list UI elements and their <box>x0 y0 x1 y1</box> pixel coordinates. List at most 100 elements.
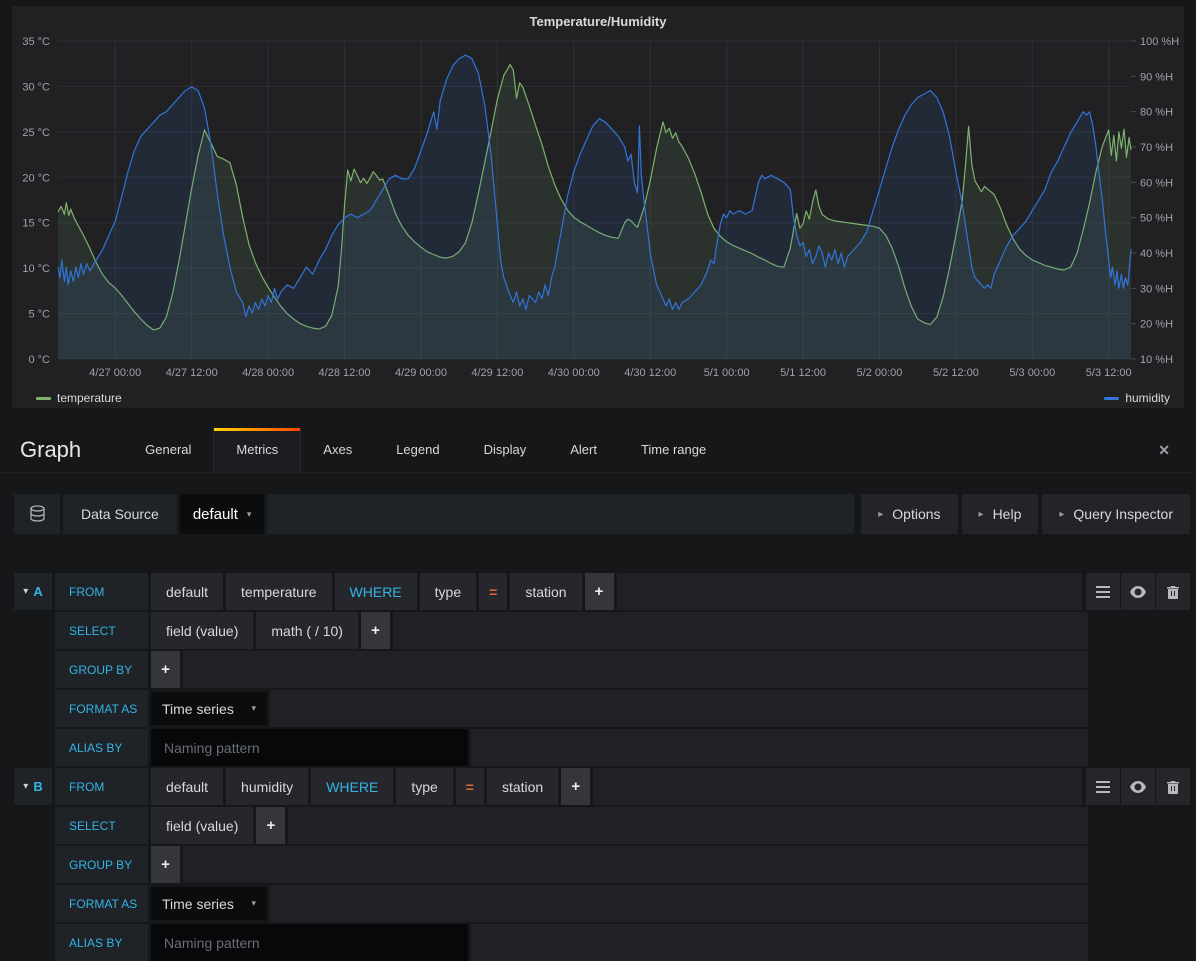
tab-time-range[interactable]: Time range <box>619 428 728 472</box>
query-a-format-row: FORMAT AS Time series ▾ <box>14 690 1088 727</box>
query-b-from-row: ▾ B FROM default humidity WHERE type = s… <box>14 768 1190 805</box>
row-spacer <box>288 807 1088 844</box>
svg-text:30 °C: 30 °C <box>22 81 50 93</box>
add-group-by-button[interactable]: + <box>151 846 180 883</box>
group-by-label: GROUP BY <box>55 846 148 883</box>
svg-text:90 %H: 90 %H <box>1140 71 1173 83</box>
from-label: FROM <box>55 768 148 805</box>
where-operator-segment[interactable]: = <box>456 768 484 805</box>
database-icon <box>14 494 60 534</box>
svg-text:10 %H: 10 %H <box>1140 354 1173 366</box>
svg-text:5/3 00:00: 5/3 00:00 <box>1009 367 1055 379</box>
delete-query-button[interactable] <box>1156 573 1190 610</box>
svg-text:4/28 00:00: 4/28 00:00 <box>242 367 294 379</box>
svg-text:5/2 00:00: 5/2 00:00 <box>857 367 903 379</box>
query-editor: ▾ A FROM default temperature WHERE type … <box>14 573 1190 961</box>
svg-text:10 °C: 10 °C <box>22 263 50 275</box>
toggle-visibility-button[interactable] <box>1121 768 1155 805</box>
svg-text:60 %H: 60 %H <box>1140 177 1173 189</box>
tab-legend[interactable]: Legend <box>374 428 461 472</box>
tab-metrics[interactable]: Metrics <box>213 428 301 472</box>
query-a-collapse[interactable]: ▾ A <box>14 573 52 610</box>
alias-by-input[interactable] <box>151 729 468 766</box>
where-operator-segment[interactable]: = <box>479 573 507 610</box>
select-math-segment[interactable]: math ( / 10) <box>256 612 358 649</box>
svg-text:4/30 12:00: 4/30 12:00 <box>624 367 676 379</box>
tab-general[interactable]: General <box>123 428 213 472</box>
query-inspector-button-label: Query Inspector <box>1073 506 1173 522</box>
svg-text:35 °C: 35 °C <box>22 36 50 48</box>
add-group-by-button[interactable]: + <box>151 651 180 688</box>
datasource-label: Data Source <box>63 494 177 534</box>
add-condition-button[interactable]: + <box>561 768 590 805</box>
format-as-label: FORMAT AS <box>55 885 148 922</box>
where-label: WHERE <box>335 573 417 610</box>
close-icon[interactable]: ✕ <box>1132 428 1196 472</box>
datasource-row: Data Source default ▾ ▸ Options ▸ Help ▸… <box>14 494 1190 534</box>
query-menu-button[interactable] <box>1086 573 1120 610</box>
svg-text:5/3 12:00: 5/3 12:00 <box>1086 367 1132 379</box>
time-series-chart[interactable]: 0 °C5 °C10 °C15 °C20 °C25 °C30 °C35 °C10… <box>12 6 1184 408</box>
tab-display[interactable]: Display <box>462 428 549 472</box>
where-label: WHERE <box>311 768 393 805</box>
from-measurement-segment[interactable]: temperature <box>226 573 331 610</box>
legend-item-humidity[interactable]: humidity <box>1104 391 1170 405</box>
add-select-button[interactable]: + <box>361 612 390 649</box>
group-by-label: GROUP BY <box>55 651 148 688</box>
query-a-select-row: SELECT field (value) math ( / 10) + <box>14 612 1088 649</box>
toggle-visibility-button[interactable] <box>1121 573 1155 610</box>
svg-text:5 °C: 5 °C <box>28 309 50 321</box>
alias-by-input[interactable] <box>151 924 468 961</box>
datasource-spacer <box>267 494 854 534</box>
from-policy-segment[interactable]: default <box>151 573 223 610</box>
format-as-value: Time series <box>162 896 234 912</box>
row-spacer <box>393 612 1088 649</box>
query-b-format-row: FORMAT AS Time series ▾ <box>14 885 1088 922</box>
temperature-legend-swatch <box>36 397 51 400</box>
disclosure-icon: ▸ <box>979 509 984 520</box>
query-a-alias-row: ALIAS BY <box>14 729 1088 766</box>
chart-legend: temperature humidity <box>36 391 1170 405</box>
select-field-segment[interactable]: field (value) <box>151 612 253 649</box>
query-inspector-button[interactable]: ▸ Query Inspector <box>1042 494 1190 534</box>
row-spacer <box>183 846 1088 883</box>
legend-item-temperature[interactable]: temperature <box>36 391 122 405</box>
format-as-value: Time series <box>162 701 234 717</box>
query-menu-button[interactable] <box>1086 768 1120 805</box>
legend-label: temperature <box>57 391 122 405</box>
disclosure-icon: ▸ <box>878 509 883 520</box>
row-spacer <box>471 924 1088 961</box>
format-as-select[interactable]: Time series ▾ <box>151 692 267 725</box>
row-spacer <box>593 768 1082 805</box>
tab-alert[interactable]: Alert <box>548 428 619 472</box>
tab-axes[interactable]: Axes <box>301 428 374 472</box>
options-button[interactable]: ▸ Options <box>861 494 957 534</box>
from-measurement-segment[interactable]: humidity <box>226 768 308 805</box>
query-b-collapse[interactable]: ▾ B <box>14 768 52 805</box>
query-a-from-row: ▾ A FROM default temperature WHERE type … <box>14 573 1190 610</box>
select-label: SELECT <box>55 807 148 844</box>
query-b-groupby-row: GROUP BY + <box>14 846 1088 883</box>
where-value-segment[interactable]: station <box>487 768 558 805</box>
svg-text:50 %H: 50 %H <box>1140 213 1173 225</box>
query-b-alias-row: ALIAS BY <box>14 924 1088 961</box>
from-policy-segment[interactable]: default <box>151 768 223 805</box>
datasource-select[interactable]: default ▾ <box>180 494 265 534</box>
where-key-segment[interactable]: type <box>396 768 452 805</box>
format-as-select[interactable]: Time series ▾ <box>151 887 267 920</box>
panel-type-title: Graph <box>0 428 123 472</box>
svg-text:4/27 12:00: 4/27 12:00 <box>166 367 218 379</box>
add-condition-button[interactable]: + <box>585 573 614 610</box>
add-select-button[interactable]: + <box>256 807 285 844</box>
alias-by-label: ALIAS BY <box>55 924 148 961</box>
select-field-segment[interactable]: field (value) <box>151 807 253 844</box>
svg-text:4/30 00:00: 4/30 00:00 <box>548 367 600 379</box>
help-button[interactable]: ▸ Help <box>962 494 1039 534</box>
alias-by-label: ALIAS BY <box>55 729 148 766</box>
query-letter: A <box>33 584 42 599</box>
where-value-segment[interactable]: station <box>510 573 581 610</box>
where-key-segment[interactable]: type <box>420 573 476 610</box>
svg-text:5/2 12:00: 5/2 12:00 <box>933 367 979 379</box>
disclosure-icon: ▸ <box>1059 509 1064 520</box>
delete-query-button[interactable] <box>1156 768 1190 805</box>
